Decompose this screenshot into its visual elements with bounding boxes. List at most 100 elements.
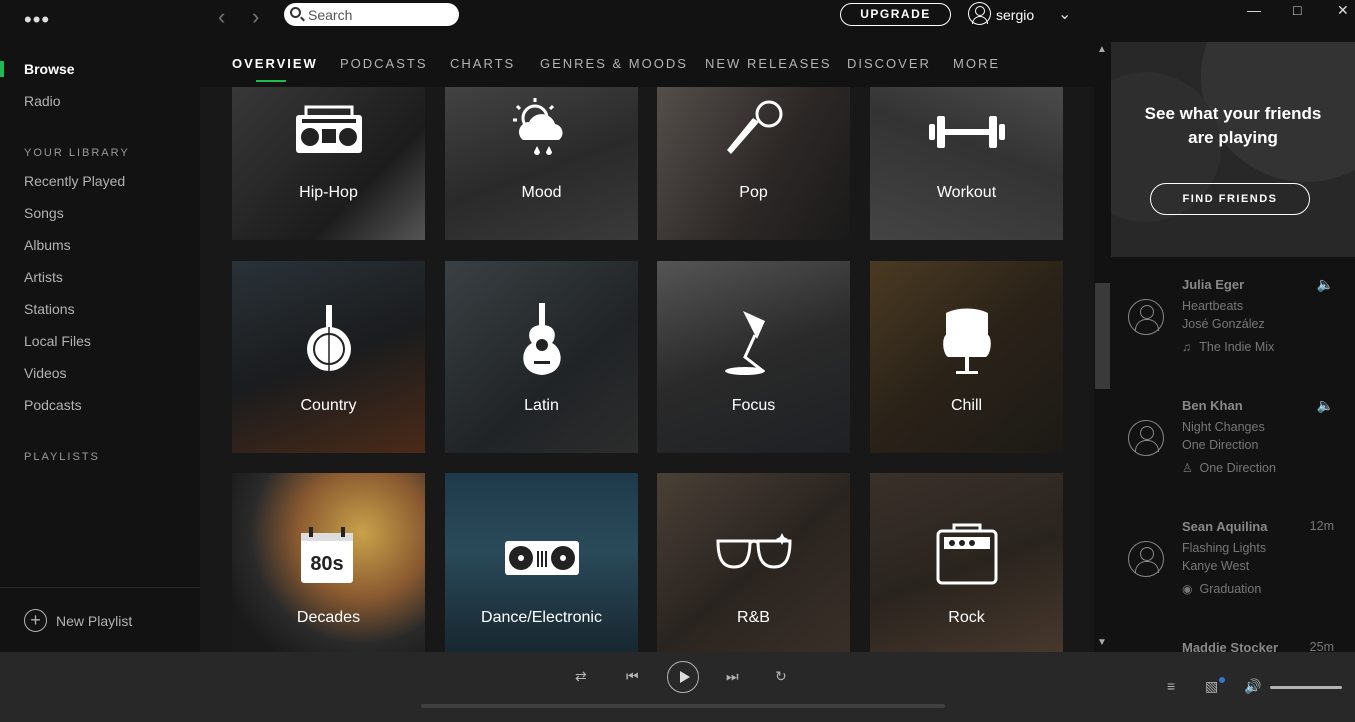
shuffle-icon[interactable]: ⇄ xyxy=(575,668,587,685)
tab-discover[interactable]: DISCOVER xyxy=(847,56,931,71)
minimize-icon[interactable]: — xyxy=(1247,2,1261,18)
friend-context[interactable]: ♫ The Indie Mix xyxy=(1182,340,1274,354)
sidebar-item-artists[interactable]: Artists xyxy=(24,269,63,285)
sidebar-item-local-files[interactable]: Local Files xyxy=(24,333,91,349)
friend-name[interactable]: Sean Aquilina xyxy=(1182,519,1267,534)
friend-context-label: Graduation xyxy=(1199,582,1262,596)
music-note-icon: ♫ xyxy=(1182,340,1191,354)
search-icon xyxy=(290,7,301,18)
scroll-up-icon[interactable]: ▲ xyxy=(1097,44,1107,55)
repeat-icon[interactable]: ↻ xyxy=(775,668,787,685)
tile-label: Hip-Hop xyxy=(299,184,358,201)
sidebar-item-radio[interactable]: Radio xyxy=(24,93,61,109)
friend-context[interactable]: ♙ One Direction xyxy=(1182,461,1276,475)
tab-charts[interactable]: CHARTS xyxy=(450,56,515,71)
tile-label: Workout xyxy=(936,184,997,201)
maximize-icon[interactable]: □ xyxy=(1293,2,1301,18)
genre-tile-hip-hop[interactable]: Hip-Hop xyxy=(232,87,425,240)
next-icon[interactable]: ⏭ xyxy=(726,668,739,685)
new-playlist-button[interactable]: + New Playlist xyxy=(0,587,200,652)
friend-name[interactable]: Ben Khan xyxy=(1182,398,1243,413)
friend-name[interactable]: Julia Eger xyxy=(1182,277,1244,292)
artist-icon: ♙ xyxy=(1182,461,1193,475)
progress-bar[interactable] xyxy=(421,704,945,708)
sidebar: ••• Browse Radio YOUR LIBRARY Recently P… xyxy=(0,0,200,652)
volume-icon[interactable]: 🔊 xyxy=(1244,678,1261,695)
friend-item[interactable]: Ben Khan 🔈 Night Changes One Direction ♙… xyxy=(1111,397,1355,513)
sidebar-item-videos[interactable]: Videos xyxy=(24,365,67,381)
scroll-thumb[interactable] xyxy=(1095,283,1110,389)
volume-slider[interactable] xyxy=(1270,686,1342,689)
close-icon[interactable]: ✕ xyxy=(1337,2,1349,19)
friend-track[interactable]: Heartbeats xyxy=(1182,299,1243,313)
friends-headline: See what your friends are playing xyxy=(1111,102,1355,150)
friend-context-label: One Direction xyxy=(1199,461,1276,475)
previous-icon[interactable]: ⏮ xyxy=(626,668,639,685)
genre-tile-rock[interactable]: Rock xyxy=(870,473,1063,652)
tab-overview[interactable]: OVERVIEW xyxy=(232,56,318,71)
friend-time: 25m xyxy=(1309,640,1334,652)
tab-new-releases[interactable]: NEW RELEASES xyxy=(705,56,832,71)
friend-artist[interactable]: José González xyxy=(1182,317,1265,331)
scroll-down-icon[interactable]: ▼ xyxy=(1097,637,1107,648)
friend-item[interactable]: Sean Aquilina 12m Flashing Lights Kanye … xyxy=(1111,519,1355,634)
genre-tile-focus[interactable]: Focus xyxy=(657,261,850,453)
chevron-down-icon[interactable]: ⌄ xyxy=(1058,4,1071,24)
menu-dots-icon[interactable]: ••• xyxy=(24,9,50,31)
friends-headline-line: See what your friends xyxy=(1144,104,1322,123)
lamp-icon xyxy=(724,311,765,375)
microphone-icon xyxy=(726,100,782,154)
user-avatar-icon[interactable] xyxy=(968,2,991,25)
speaker-icon: 🔈 xyxy=(1316,397,1334,413)
banjo-icon xyxy=(306,305,351,371)
genre-tile-decades[interactable]: 80s Decades xyxy=(232,473,425,652)
weather-icon xyxy=(512,98,563,155)
sidebar-item-recently-played[interactable]: Recently Played xyxy=(24,173,125,189)
friend-item[interactable]: Julia Eger 🔈 Heartbeats José González ♫ … xyxy=(1111,276,1355,392)
sidebar-item-stations[interactable]: Stations xyxy=(24,301,75,317)
calendar-80s-icon: 80s xyxy=(300,527,353,583)
album-icon: ◉ xyxy=(1182,582,1193,596)
tile-label: Focus xyxy=(731,397,776,414)
friend-artist[interactable]: One Direction xyxy=(1182,438,1258,452)
sidebar-item-podcasts[interactable]: Podcasts xyxy=(24,397,82,413)
tab-genres-moods[interactable]: GENRES & MOODS xyxy=(540,56,688,71)
upgrade-button[interactable]: UPGRADE xyxy=(840,3,951,26)
tile-label: Latin xyxy=(524,397,559,414)
friend-item[interactable]: Maddie Stocker 25m xyxy=(1111,640,1355,652)
genre-tile-latin[interactable]: Latin xyxy=(445,261,638,453)
tab-podcasts[interactable]: PODCASTS xyxy=(340,56,428,71)
sidebar-item-songs[interactable]: Songs xyxy=(24,205,64,221)
search-input[interactable]: Search xyxy=(284,3,459,26)
genre-tile-rnb[interactable]: R&B xyxy=(657,473,850,652)
find-friends-button[interactable]: FIND FRIENDS xyxy=(1150,183,1310,215)
sidebar-item-browse[interactable]: Browse xyxy=(24,61,75,77)
genre-tile-dance-electronic[interactable]: Dance/Electronic xyxy=(445,473,638,652)
main-scrollbar[interactable]: ▲ ▼ xyxy=(1094,42,1111,652)
friend-artist[interactable]: Kanye West xyxy=(1182,559,1249,573)
svg-text:80s: 80s xyxy=(310,553,343,575)
user-name[interactable]: sergio xyxy=(996,7,1034,23)
queue-icon[interactable]: ≡ xyxy=(1167,678,1175,694)
genre-tile-pop[interactable]: Pop xyxy=(657,87,850,240)
sidebar-item-albums[interactable]: Albums xyxy=(24,237,71,253)
genre-tile-chill[interactable]: Chill xyxy=(870,261,1063,453)
tab-more[interactable]: MORE xyxy=(953,56,1000,71)
friends-headline-line: are playing xyxy=(1188,128,1278,147)
genre-tile-workout[interactable]: Workout xyxy=(870,87,1063,240)
devices-icon[interactable]: ▧ xyxy=(1205,678,1218,695)
genre-tile-country[interactable]: Country xyxy=(232,261,425,453)
friend-name[interactable]: Maddie Stocker xyxy=(1182,640,1278,652)
play-button[interactable] xyxy=(667,661,699,693)
genre-tile-mood[interactable]: Mood xyxy=(445,87,638,240)
avatar-icon xyxy=(1128,420,1164,456)
friend-track[interactable]: Night Changes xyxy=(1182,420,1265,434)
tile-label: Mood xyxy=(521,184,562,201)
forward-arrow-icon[interactable]: › xyxy=(252,4,259,30)
back-arrow-icon[interactable]: ‹ xyxy=(218,4,225,30)
tile-label: R&B xyxy=(737,609,770,626)
browse-tabs: OVERVIEW PODCASTS CHARTS GENRES & MOODS … xyxy=(200,42,1094,87)
tab-underline xyxy=(256,80,286,82)
friend-track[interactable]: Flashing Lights xyxy=(1182,541,1266,555)
friend-context[interactable]: ◉ Graduation xyxy=(1182,582,1261,596)
